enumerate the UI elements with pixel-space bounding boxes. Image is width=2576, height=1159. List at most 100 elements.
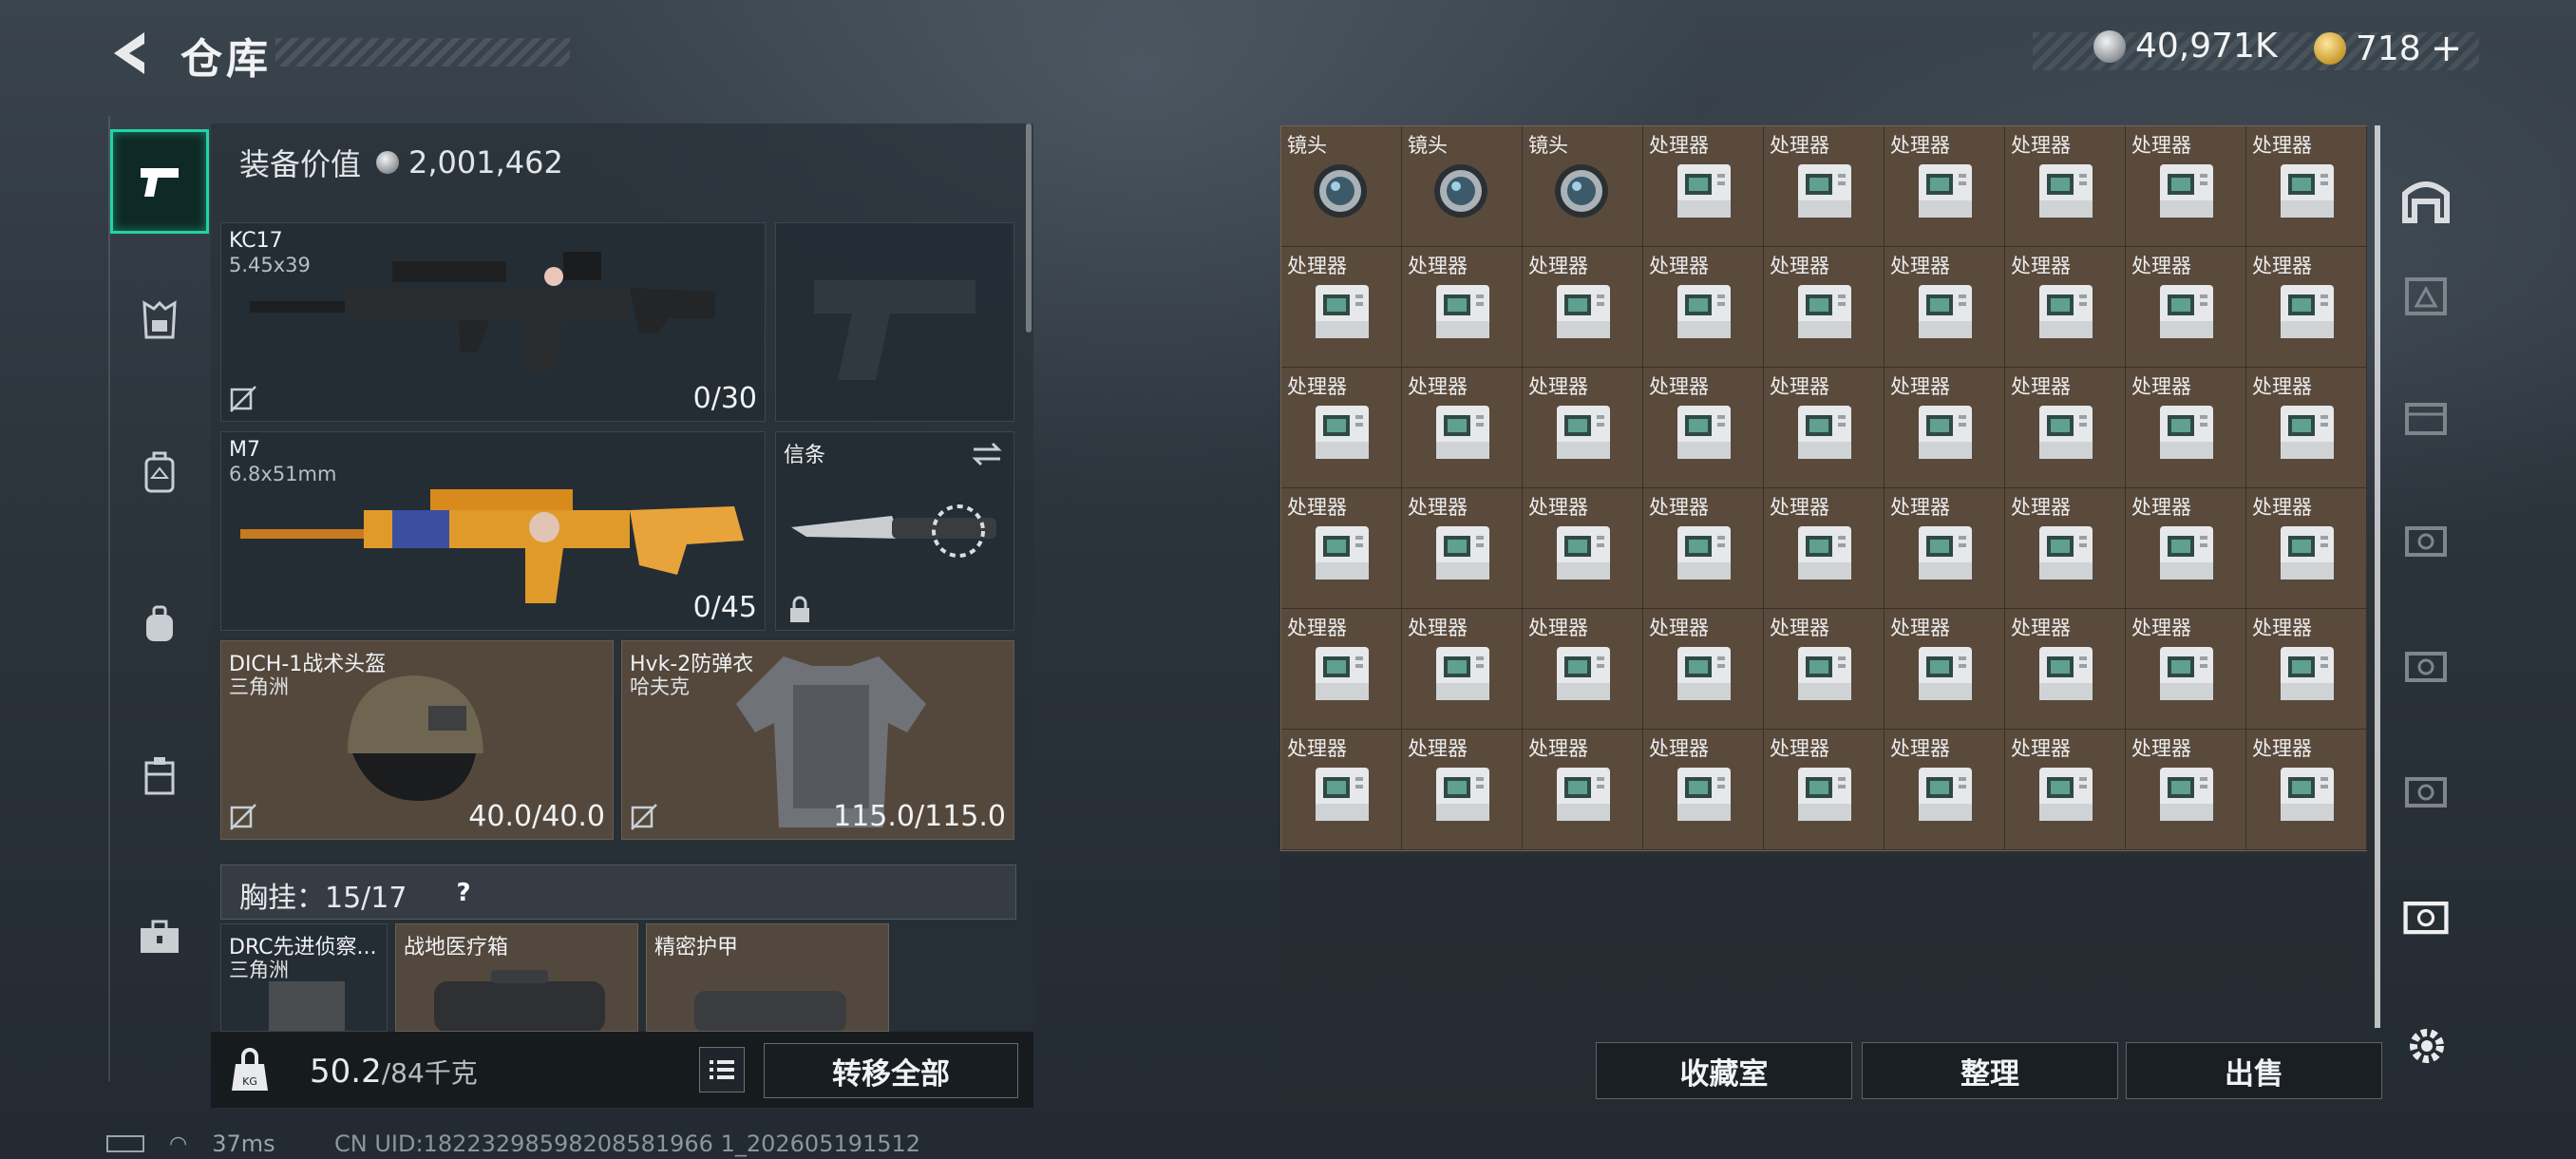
rig-item-slot[interactable]: 精密护甲	[646, 923, 889, 1032]
storage-cell[interactable]: 处理器	[1281, 488, 1402, 609]
swap-icon[interactable]	[970, 440, 1004, 468]
storage-cell[interactable]: 处理器	[1643, 126, 1764, 247]
storage-cell[interactable]: 处理器	[1764, 730, 1885, 850]
storage-cell[interactable]: 处理器	[1402, 368, 1523, 488]
storage-cell[interactable]: 处理器	[1885, 247, 2005, 368]
chest-rig-title: 胸挂：	[239, 882, 325, 915]
melee-slot[interactable]: 信条	[775, 431, 1014, 631]
storage-cell[interactable]: 处理器	[1523, 730, 1643, 850]
storage-cell[interactable]: 处理器	[2246, 368, 2367, 488]
storage-cell[interactable]: 处理器	[1523, 247, 1643, 368]
storage-cell[interactable]: 处理器	[1885, 368, 2005, 488]
storage-cell[interactable]: 处理器	[1764, 609, 1885, 730]
storage-cell[interactable]: 镜头	[1402, 126, 1523, 247]
storage-tab-5[interactable]	[2384, 743, 2468, 838]
storage-cell[interactable]: 处理器	[2005, 368, 2126, 488]
storage-cell[interactable]: 镜头	[1281, 126, 1402, 247]
primary-weapon-slot[interactable]: KC17 5.45x39 0/30	[220, 222, 766, 422]
storage-tab-3[interactable]	[2384, 492, 2468, 587]
storage-tab-4[interactable]	[2384, 618, 2468, 712]
back-arrow-icon[interactable]	[106, 28, 152, 78]
storage-scrollbar[interactable]	[2375, 125, 2380, 1028]
storage-cell[interactable]: 处理器	[2005, 730, 2126, 850]
storage-tab-6-active[interactable]	[2384, 868, 2468, 963]
storage-cell[interactable]: 处理器	[1764, 368, 1885, 488]
rig-item-slot[interactable]: DRC先进侦察... 三角洲	[220, 923, 388, 1032]
storage-cell[interactable]: 处理器	[2126, 488, 2246, 609]
storage-cell[interactable]: 处理器	[2246, 247, 2367, 368]
storage-cell[interactable]: 处理器	[1402, 247, 1523, 368]
sort-button[interactable]: 整理	[1862, 1042, 2118, 1099]
help-icon[interactable]: ?	[446, 876, 481, 910]
storage-cell[interactable]: 处理器	[2126, 368, 2246, 488]
storage-cell[interactable]: 处理器	[2246, 126, 2367, 247]
storage-cell[interactable]: 处理器	[1281, 247, 1402, 368]
list-view-button[interactable]	[699, 1047, 745, 1092]
nav-weapons[interactable]	[110, 129, 209, 234]
storage-cell[interactable]: 处理器	[2246, 609, 2367, 730]
storage-cell[interactable]: 处理器	[1281, 609, 1402, 730]
carry-weight: 50.2/84千克	[310, 1053, 478, 1091]
storage-cell[interactable]: 处理器	[2246, 730, 2367, 850]
rig-item-name: 战地医疗箱	[404, 936, 509, 960]
storage-cell[interactable]: 处理器	[2126, 730, 2246, 850]
armor-slot[interactable]: Hvk-2防弹衣 哈夫克 115.0/115.0	[621, 640, 1014, 840]
storage-cell[interactable]: 处理器	[2005, 488, 2126, 609]
nav-toolbox[interactable]	[110, 885, 209, 990]
storage-cell[interactable]: 处理器	[1402, 609, 1523, 730]
storage-cell[interactable]: 处理器	[1281, 368, 1402, 488]
storage-tab-home[interactable]	[2384, 152, 2468, 247]
storage-cell[interactable]: 处理器	[1643, 247, 1764, 368]
storage-cell[interactable]: 处理器	[1885, 488, 2005, 609]
vest-icon	[142, 300, 177, 339]
storage-cell[interactable]: 处理器	[1885, 609, 2005, 730]
storage-cell[interactable]: 处理器	[1643, 730, 1764, 850]
gold-currency[interactable]: 718 +	[2314, 27, 2462, 70]
storage-cell[interactable]: 处理器	[1523, 609, 1643, 730]
nav-backpack[interactable]	[110, 420, 209, 524]
processor-icon	[2160, 164, 2213, 218]
sidearm-slot-empty[interactable]	[775, 222, 1014, 422]
storage-cell[interactable]: 处理器	[2005, 126, 2126, 247]
storage-cell[interactable]: 处理器	[1643, 609, 1764, 730]
storage-cell[interactable]: 处理器	[1885, 126, 2005, 247]
transfer-all-button[interactable]: 转移全部	[764, 1043, 1018, 1098]
gold-plus[interactable]: +	[2431, 27, 2463, 70]
storage-cell[interactable]: 处理器	[1643, 368, 1764, 488]
nav-armor[interactable]	[110, 268, 209, 372]
no-repair-icon	[631, 804, 657, 830]
storage-cell[interactable]: 处理器	[2126, 247, 2246, 368]
nav-container[interactable]	[110, 724, 209, 828]
sell-button[interactable]: 出售	[2126, 1042, 2382, 1099]
storage-cell[interactable]: 处理器	[1885, 730, 2005, 850]
weapon-ammo: 0/45	[692, 591, 757, 624]
storage-tab-1[interactable]	[2384, 247, 2468, 342]
storage-cell[interactable]: 处理器	[2246, 488, 2367, 609]
nav-bag[interactable]	[110, 572, 209, 676]
storage-cell[interactable]: 处理器	[1402, 488, 1523, 609]
storage-cell[interactable]: 处理器	[1764, 488, 1885, 609]
processor-icon	[2160, 647, 2213, 700]
page-title: 仓库	[180, 35, 272, 84]
equipment-scrollbar[interactable]	[1026, 124, 1032, 332]
storage-cell[interactable]: 处理器	[1523, 368, 1643, 488]
collection-room-button[interactable]: 收藏室	[1596, 1042, 1852, 1099]
storage-cell[interactable]: 镜头	[1523, 126, 1643, 247]
storage-cell[interactable]: 处理器	[2126, 609, 2246, 730]
storage-tab-2[interactable]	[2384, 370, 2468, 466]
storage-cell[interactable]: 处理器	[1402, 730, 1523, 850]
processor-icon	[2039, 406, 2093, 459]
settings-gear-icon[interactable]	[2403, 1022, 2451, 1070]
storage-cell[interactable]: 处理器	[2126, 126, 2246, 247]
storage-cell[interactable]: 处理器	[2005, 247, 2126, 368]
storage-cell[interactable]: 处理器	[1764, 126, 1885, 247]
rig-item-slot[interactable]: 战地医疗箱	[395, 923, 638, 1032]
secondary-weapon-slot[interactable]: M7 6.8x51mm 0/45	[220, 431, 766, 631]
storage-cell[interactable]: 处理器	[1764, 247, 1885, 368]
storage-cell[interactable]: 处理器	[1643, 488, 1764, 609]
storage-cell[interactable]: 处理器	[1281, 730, 1402, 850]
storage-cell[interactable]: 处理器	[1523, 488, 1643, 609]
helmet-slot[interactable]: DICH-1战术头盔 三角洲 40.0/40.0	[220, 640, 614, 840]
silver-amount: 40,971K	[2135, 27, 2278, 66]
storage-cell[interactable]: 处理器	[2005, 609, 2126, 730]
